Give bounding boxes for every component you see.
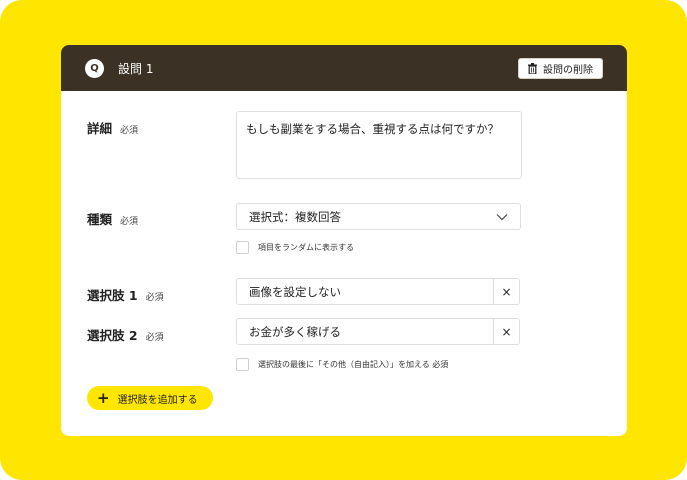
choice-1-label-row: 選択肢 1 必須 [87, 285, 164, 304]
add-choice-button[interactable]: + 選択肢を追加する [87, 386, 213, 410]
question-badge: Q [85, 58, 104, 78]
choice-2-value: お金が多く稼げる [249, 324, 341, 339]
choice-2-remove-icon[interactable]: × [493, 319, 519, 344]
choice-1-remove-icon[interactable]: × [493, 279, 519, 304]
type-select[interactable]: 選択式：複数回答 [236, 203, 521, 230]
choice-2-required: 必須 [145, 333, 164, 343]
add-choice-label: 選択肢を追加する [117, 394, 198, 406]
detail-required: 必須 [120, 126, 139, 136]
trash-icon [528, 63, 537, 74]
question-title: 設問 1 [118, 61, 154, 76]
choice-1-field[interactable]: 画像を設定しない × [236, 278, 520, 305]
choice-2-label-row: 選択肢 2 必須 [87, 325, 164, 344]
detail-label: 詳細 [87, 121, 113, 136]
other-option-checkbox[interactable] [236, 358, 249, 371]
type-select-value: 選択式：複数回答 [249, 209, 341, 224]
other-option-row: 選択肢の最後に「その他（自由記入）」を加える 必須 [236, 358, 448, 371]
choice-1-required: 必須 [145, 293, 164, 303]
choice-1-value: 画像を設定しない [249, 284, 341, 299]
detail-textarea[interactable]: もしも副業をする場合、重視する点は何ですか？ [236, 111, 522, 179]
chevron-down-icon [496, 213, 508, 220]
delete-question-button[interactable]: 設問の削除 [518, 58, 603, 79]
detail-label-row: 詳細 必須 [87, 118, 138, 137]
choice-2-label: 選択肢 2 [87, 328, 138, 343]
other-option-label: 選択肢の最後に「その他（自由記入）」を加える 必須 [258, 360, 449, 369]
random-order-row: 項目をランダムに表示する [236, 241, 354, 254]
delete-question-label: 設問の削除 [543, 65, 593, 76]
question-card: Q 設問 1 設問の削除 詳細 必須 もしも副業をする場合、重視する点は何ですか… [61, 45, 627, 436]
random-order-checkbox[interactable] [236, 241, 249, 254]
type-required: 必須 [120, 217, 139, 227]
choice-2-field[interactable]: お金が多く稼げる × [236, 318, 520, 345]
type-label-row: 種類 必須 [87, 209, 138, 228]
question-header: Q 設問 1 設問の削除 [61, 45, 627, 91]
random-order-label: 項目をランダムに表示する [258, 243, 354, 252]
choice-1-label: 選択肢 1 [87, 288, 138, 303]
plus-icon: + [97, 388, 110, 407]
type-label: 種類 [87, 212, 113, 227]
